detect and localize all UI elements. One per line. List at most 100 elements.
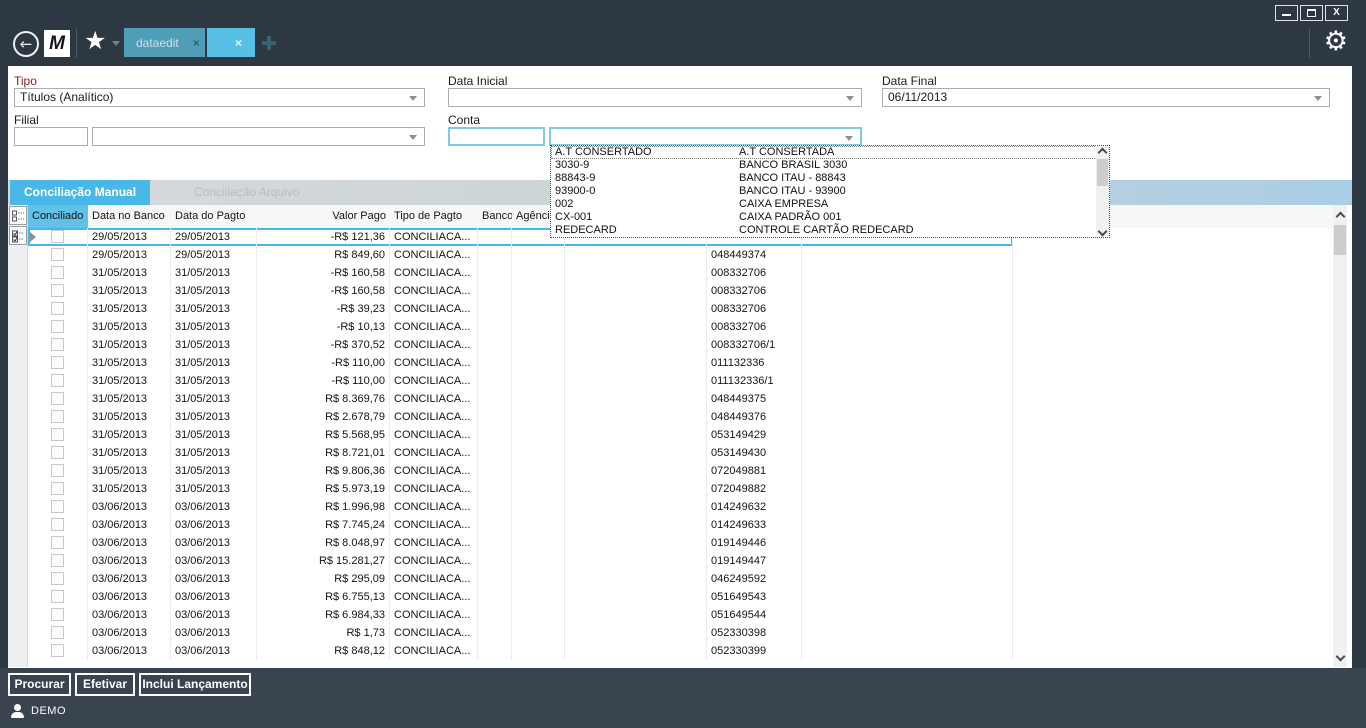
minimize-button[interactable] xyxy=(1275,5,1298,21)
close-window-button[interactable]: X xyxy=(1325,5,1348,21)
grid-vertical-scrollbar[interactable] xyxy=(1333,205,1347,667)
filial-label: Filial xyxy=(14,113,39,127)
conta-dropdown-item[interactable]: REDECARDCONTROLE CARTÃO REDECARD xyxy=(551,224,1097,237)
table-row[interactable]: 31/05/201331/05/2013R$ 5.973,19CONCILIAC… xyxy=(28,480,1013,498)
back-button[interactable]: ← xyxy=(13,31,39,57)
conciliado-checkbox[interactable] xyxy=(51,590,64,603)
table-row[interactable]: 31/05/201331/05/2013-R$ 160,58CONCILIACA… xyxy=(28,282,1013,300)
conciliado-checkbox[interactable] xyxy=(51,482,64,495)
conta-combo[interactable] xyxy=(549,127,862,146)
data-no-banco-cell: 31/05/2013 xyxy=(88,318,171,336)
table-row[interactable]: 29/05/201329/05/2013R$ 849,60CONCILIACA.… xyxy=(28,246,1013,264)
conta-dropdown-item[interactable]: CX-001CAIXA PADRÃO 001 xyxy=(551,211,1097,224)
conciliado-checkbox[interactable] xyxy=(51,248,64,261)
table-row[interactable]: 03/06/201303/06/2013R$ 6.984,33CONCILIAC… xyxy=(28,606,1013,624)
grid-config-button[interactable] xyxy=(9,206,27,225)
conciliado-checkbox[interactable] xyxy=(51,446,64,459)
table-row[interactable]: 03/06/201303/06/2013R$ 295,09CONCILIACA.… xyxy=(28,570,1013,588)
close-tab-icon[interactable]: × xyxy=(193,36,200,50)
conciliado-checkbox[interactable] xyxy=(51,320,64,333)
tipo-combo[interactable]: Títulos (Analítico) xyxy=(14,88,425,107)
filial-combo[interactable] xyxy=(92,127,425,146)
toolbar-tab-dataedit[interactable]: dataedit × xyxy=(124,28,205,57)
table-row[interactable]: 31/05/201331/05/2013R$ 8.721,01CONCILIAC… xyxy=(28,444,1013,462)
conta-dropdown-item[interactable]: 93900-0BANCO ITAU - 93900 xyxy=(551,185,1097,198)
banco-cell xyxy=(478,300,512,318)
table-row[interactable]: 03/06/201303/06/2013R$ 1.996,98CONCILIAC… xyxy=(28,498,1013,516)
conciliado-checkbox[interactable] xyxy=(51,626,64,639)
close-tab-icon[interactable]: × xyxy=(235,36,242,50)
data-inicial-combo[interactable] xyxy=(448,88,862,107)
conciliado-checkbox[interactable] xyxy=(51,266,64,279)
favorites-button[interactable]: ★ xyxy=(84,26,106,55)
table-row[interactable]: 31/05/201331/05/2013-R$ 10,13CONCILIACA.… xyxy=(28,318,1013,336)
procurar-button[interactable]: Procurar xyxy=(8,673,71,696)
conciliado-checkbox[interactable] xyxy=(51,554,64,567)
conciliado-checkbox[interactable] xyxy=(51,392,64,405)
table-row[interactable]: 03/06/201303/06/2013R$ 8.048,97CONCILIAC… xyxy=(28,534,1013,552)
documento-cell: 011132336 xyxy=(707,354,802,372)
toolbar-tab-active[interactable]: × xyxy=(207,28,255,57)
grid-side-toolbar xyxy=(8,205,28,667)
table-row[interactable]: 31/05/201331/05/2013R$ 2.678,79CONCILIAC… xyxy=(28,408,1013,426)
banco-cell xyxy=(478,534,512,552)
column-header-tipo-de-pagto[interactable]: Tipo de Pagto xyxy=(390,205,478,228)
conciliado-checkbox[interactable] xyxy=(51,644,64,657)
conciliado-checkbox[interactable] xyxy=(51,500,64,513)
conciliado-checkbox[interactable] xyxy=(51,536,64,549)
column-header-conciliado[interactable]: Conciliado xyxy=(28,205,88,228)
table-row[interactable]: 31/05/201331/05/2013R$ 8.369,76CONCILIAC… xyxy=(28,390,1013,408)
conciliado-checkbox[interactable] xyxy=(51,338,64,351)
grid-scrollbar-thumb[interactable] xyxy=(1334,225,1346,255)
conciliado-checkbox[interactable] xyxy=(51,410,64,423)
table-row[interactable]: 31/05/201331/05/2013R$ 5.568,95CONCILIAC… xyxy=(28,426,1013,444)
scroll-up-icon[interactable] xyxy=(1336,211,1344,221)
efetivar-button[interactable]: Efetivar xyxy=(75,673,135,696)
tab-conciliacao-manual[interactable]: Conciliação Manual xyxy=(10,180,150,205)
table-row[interactable]: 31/05/201331/05/2013-R$ 370,52CONCILIACA… xyxy=(28,336,1013,354)
scroll-down-icon[interactable] xyxy=(1336,651,1344,661)
add-tab-button[interactable] xyxy=(262,36,276,50)
table-row[interactable]: 03/06/201303/06/2013R$ 7.745,24CONCILIAC… xyxy=(28,516,1013,534)
conciliado-checkbox[interactable] xyxy=(51,302,64,315)
data-final-combo[interactable]: 06/11/2013 xyxy=(882,88,1330,107)
column-header-data-no-banco[interactable]: Data no Banco xyxy=(88,205,171,228)
dropdown-scrollbar[interactable] xyxy=(1096,146,1109,237)
table-row[interactable]: 31/05/201331/05/2013-R$ 110,00CONCILIACA… xyxy=(28,372,1013,390)
conciliado-checkbox[interactable] xyxy=(51,374,64,387)
conciliado-checkbox[interactable] xyxy=(51,356,64,369)
conciliado-checkbox[interactable] xyxy=(51,572,64,585)
table-row[interactable]: 31/05/201331/05/2013-R$ 160,58CONCILIACA… xyxy=(28,264,1013,282)
settings-gear-icon[interactable]: ⚙ xyxy=(1324,26,1348,57)
multi-select-button[interactable] xyxy=(9,226,27,245)
conciliado-checkbox[interactable] xyxy=(51,428,64,441)
table-row[interactable]: 03/06/201303/06/2013R$ 15.281,27CONCILIA… xyxy=(28,552,1013,570)
scroll-down-icon[interactable] xyxy=(1098,226,1107,236)
conciliado-checkbox[interactable] xyxy=(51,284,64,297)
table-row[interactable]: 31/05/201331/05/2013R$ 9.806,36CONCILIAC… xyxy=(28,462,1013,480)
conta-dropdown-list: A.T CONSERTADOA.T CONSERTADA3030-9BANCO … xyxy=(550,145,1110,238)
table-row[interactable]: 03/06/201303/06/2013R$ 6.755,13CONCILIAC… xyxy=(28,588,1013,606)
column-header-data-do-pagto[interactable]: Data do Pagto xyxy=(171,205,257,228)
conta-dropdown-item[interactable]: A.T CONSERTADOA.T CONSERTADA xyxy=(551,146,1097,159)
table-row[interactable]: 31/05/201331/05/2013-R$ 110,00CONCILIACA… xyxy=(28,354,1013,372)
table-row[interactable]: 31/05/201331/05/2013-R$ 39,23CONCILIACA.… xyxy=(28,300,1013,318)
column-header-valor-pago[interactable]: Valor Pago xyxy=(257,205,390,228)
banco-cell xyxy=(478,624,512,642)
table-row[interactable]: 03/06/201303/06/2013R$ 1,73CONCILIACA...… xyxy=(28,624,1013,642)
conta-dropdown-item[interactable]: 3030-9BANCO BRASIL 3030 xyxy=(551,159,1097,172)
maximize-button[interactable] xyxy=(1300,5,1323,21)
conciliado-checkbox[interactable] xyxy=(51,608,64,621)
conta-code-input[interactable] xyxy=(448,127,545,146)
column-header-banco[interactable]: Banco xyxy=(478,205,512,228)
dropdown-scrollbar-thumb[interactable] xyxy=(1097,159,1108,186)
inclui-lancamento-button[interactable]: Inclui Lançamento xyxy=(139,673,251,696)
conciliado-checkbox[interactable] xyxy=(51,518,64,531)
conta-dropdown-item[interactable]: 002CAIXA EMPRESA xyxy=(551,198,1097,211)
conciliado-checkbox[interactable] xyxy=(51,464,64,477)
scroll-up-icon[interactable] xyxy=(1098,147,1107,157)
conciliado-checkbox[interactable] xyxy=(51,230,64,243)
filial-code-input[interactable] xyxy=(14,127,88,146)
conta-dropdown-item[interactable]: 88843-9BANCO ITAU - 88843 xyxy=(551,172,1097,185)
table-row[interactable]: 03/06/201303/06/2013R$ 848,12CONCILIACA.… xyxy=(28,642,1013,660)
